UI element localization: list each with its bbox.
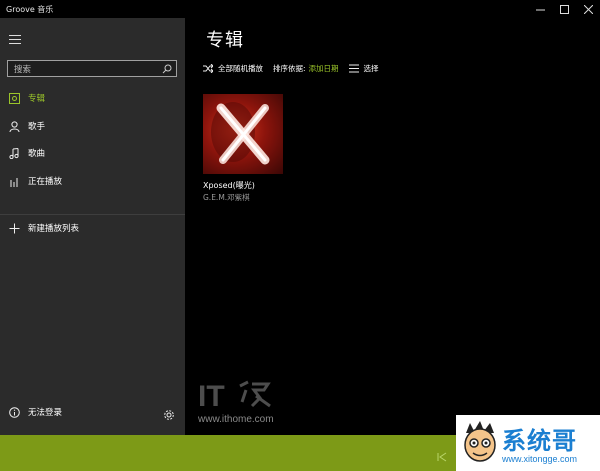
page-title: 专辑 — [206, 30, 244, 51]
album-icon — [8, 92, 20, 104]
search-input[interactable]: 搜索 — [14, 63, 160, 75]
album-card[interactable]: Xposed(曝光) G.E.M.邓紫棋 — [203, 94, 283, 203]
sidebar-item-label: 歌曲 — [28, 149, 46, 159]
sidebar-item-label: 专辑 — [28, 94, 46, 104]
minimize-icon — [535, 9, 545, 10]
previous-track-icon[interactable] — [437, 447, 447, 462]
album-title[interactable]: Xposed(曝光) — [203, 180, 283, 191]
mascot-icon — [464, 421, 496, 462]
minimize-button[interactable] — [528, 0, 552, 18]
close-icon — [583, 4, 593, 14]
xitongge-url: www.xitongge.com — [502, 454, 578, 464]
window-controls — [528, 0, 600, 18]
hamburger-menu-icon[interactable] — [9, 35, 21, 44]
sidebar-item-label: 歌手 — [28, 122, 46, 132]
person-icon — [8, 120, 20, 132]
music-note-icon — [8, 147, 20, 159]
sidebar-item-artists[interactable]: 歌手 — [0, 116, 185, 136]
sort-value: 添加日期 — [308, 64, 339, 73]
xitongge-name: 系统哥 — [502, 427, 577, 455]
new-playlist-button[interactable]: 新建播放列表 — [0, 218, 185, 238]
app-title: Groove 音乐 — [6, 4, 54, 14]
main-content: 专辑 全部随机播放 排序依据: 添加日期 选择 Xposed(曝光) G.E.M… — [185, 18, 600, 435]
sidebar-item-now-playing[interactable]: 正在播放 — [0, 171, 185, 191]
gear-icon[interactable] — [163, 406, 175, 425]
ithome-logo: IT — [198, 380, 271, 413]
xitongge-watermark: 系统哥 www.xitongge.com — [456, 415, 600, 471]
account-label: 无法登录 — [28, 408, 63, 418]
sidebar-divider — [0, 214, 185, 215]
sidebar-item-albums[interactable]: 专辑 — [0, 88, 185, 108]
select-label: 选择 — [363, 64, 379, 73]
album-cover-art — [211, 102, 270, 165]
maximize-button[interactable] — [552, 0, 576, 18]
close-button[interactable] — [576, 0, 600, 18]
shuffle-all-button[interactable]: 全部随机播放 — [203, 63, 263, 74]
new-playlist-label: 新建播放列表 — [28, 224, 80, 234]
sidebar-item-songs[interactable]: 歌曲 — [0, 143, 185, 163]
album-cover[interactable] — [203, 94, 283, 174]
search-icon[interactable] — [160, 62, 174, 76]
sidebar: 搜索 专辑 歌手 歌曲 正在播放 新建播放列表 无法登录 — [0, 18, 185, 435]
sort-label: 排序依据: — [273, 64, 306, 73]
select-list-icon — [348, 64, 359, 74]
select-button[interactable]: 选择 — [348, 63, 379, 74]
search-box[interactable]: 搜索 — [7, 60, 177, 77]
shuffle-label: 全部随机播放 — [218, 64, 263, 73]
shuffle-icon — [203, 64, 213, 74]
sort-button[interactable]: 排序依据: 添加日期 — [273, 63, 339, 74]
plus-icon — [8, 222, 20, 234]
title-bar: Groove 音乐 — [0, 0, 600, 18]
sidebar-item-label: 正在播放 — [28, 177, 63, 187]
svg-text:IT: IT — [198, 380, 225, 413]
info-icon — [8, 406, 20, 418]
maximize-icon — [559, 4, 569, 14]
account-status[interactable]: 无法登录 — [0, 402, 185, 422]
ithome-url: www.ithome.com — [198, 414, 274, 425]
album-artist[interactable]: G.E.M.邓紫棋 — [203, 192, 283, 203]
equalizer-icon — [8, 175, 20, 187]
toolbar: 全部随机播放 排序依据: 添加日期 选择 — [203, 63, 389, 74]
